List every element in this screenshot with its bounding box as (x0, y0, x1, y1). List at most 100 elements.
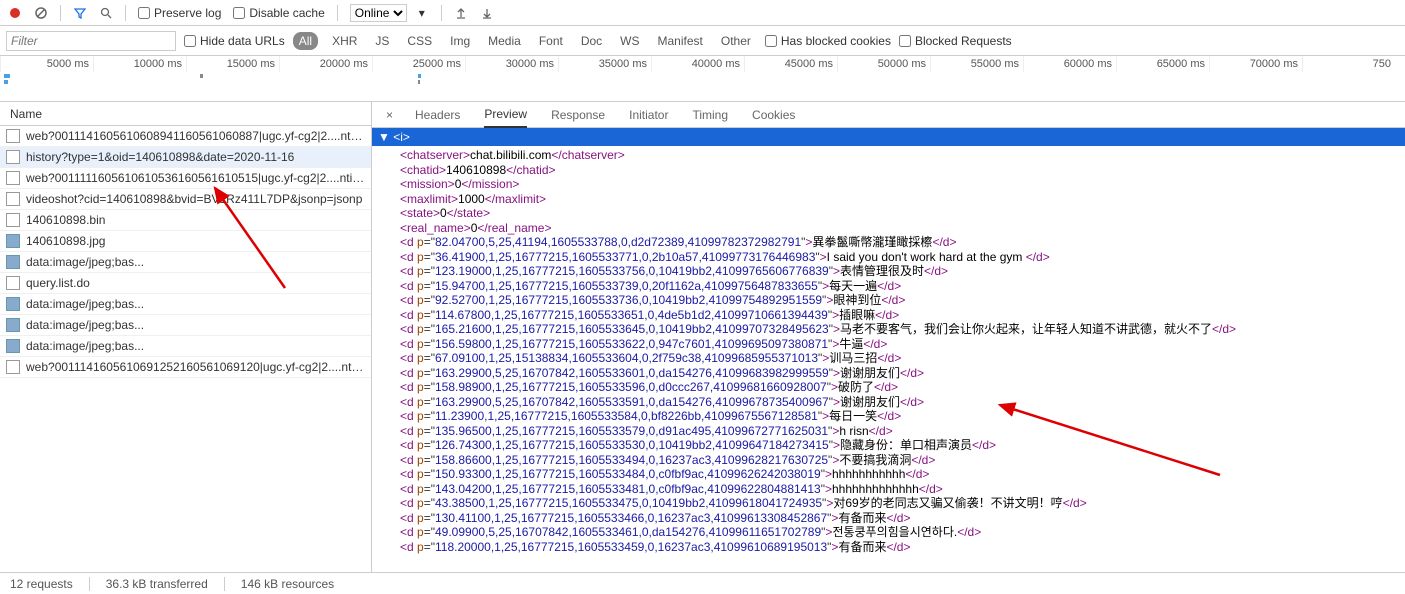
blocked-requests-checkbox[interactable]: Blocked Requests (899, 34, 1012, 48)
xml-d-element[interactable]: <d p="92.52700,1,25,16777215,1605533736,… (400, 293, 1405, 308)
xml-d-element[interactable]: <d p="135.96500,1,25,16777215,1605533579… (400, 424, 1405, 439)
filter-input[interactable] (6, 31, 176, 51)
timeline-tick: 35000 ms (558, 56, 651, 72)
request-name: data:image/jpeg;bas... (26, 297, 144, 311)
xml-element[interactable]: <state>0</state> (400, 206, 1405, 221)
tab-preview[interactable]: Preview (484, 102, 527, 128)
status-bar: 12 requests 36.3 kB transferred 146 kB r… (0, 572, 1405, 594)
xml-element[interactable]: <mission>0</mission> (400, 177, 1405, 192)
xml-d-element[interactable]: <d p="163.29900,5,25,16707842,1605533591… (400, 395, 1405, 410)
tab-cookies[interactable]: Cookies (752, 102, 795, 128)
filter-type-media[interactable]: Media (482, 32, 527, 50)
request-name: 140610898.jpg (26, 234, 105, 248)
xml-d-element[interactable]: <d p="49.09900,5,25,16707842,1605533461,… (400, 525, 1405, 540)
preview-tree[interactable]: ▼ <i> <chatserver>chat.bilibili.com</cha… (372, 128, 1405, 572)
filter-type-other[interactable]: Other (715, 32, 757, 50)
document-file-icon (6, 171, 20, 185)
document-file-icon (6, 129, 20, 143)
xml-element[interactable]: <chatserver>chat.bilibili.com</chatserve… (400, 148, 1405, 163)
tab-initiator[interactable]: Initiator (629, 102, 668, 128)
tab-response[interactable]: Response (551, 102, 605, 128)
filter-all-button[interactable]: All (293, 32, 318, 50)
filter-bar: Hide data URLs All XHR JS CSS Img Media Font D… (0, 26, 1405, 56)
filter-types: XHR JS CSS Img Media Font Doc WS Manifest Other (326, 32, 757, 50)
throttle-select[interactable]: Online (350, 4, 407, 22)
blocked-cookies-label: Has blocked cookies (781, 34, 891, 48)
document-file-icon (6, 213, 20, 227)
name-column-header[interactable]: Name (0, 102, 371, 126)
filter-type-font[interactable]: Font (533, 32, 569, 50)
devtools-toolbar: Preserve log Disable cache Online ▾ (0, 0, 1405, 26)
filter-type-manifest[interactable]: Manifest (652, 32, 709, 50)
xml-d-element[interactable]: <d p="114.67800,1,25,16777215,1605533651… (400, 308, 1405, 323)
record-icon[interactable] (8, 6, 22, 20)
request-row[interactable]: data:image/jpeg;bas... (0, 294, 371, 315)
request-row[interactable]: data:image/jpeg;bas... (0, 336, 371, 357)
request-row[interactable]: data:image/jpeg;bas... (0, 252, 371, 273)
request-name: 140610898.bin (26, 213, 105, 227)
filter-type-js[interactable]: JS (369, 32, 395, 50)
hide-data-urls-checkbox[interactable]: Hide data URLs (184, 34, 285, 48)
preserve-log-checkbox[interactable]: Preserve log (138, 6, 221, 20)
request-row[interactable]: 140610898.bin (0, 210, 371, 231)
status-transferred: 36.3 kB transferred (106, 577, 208, 591)
xml-d-element[interactable]: <d p="43.38500,1,25,16777215,1605533475,… (400, 496, 1405, 511)
tab-headers[interactable]: Headers (415, 102, 460, 128)
timeline-tick: 45000 ms (744, 56, 837, 72)
upload-icon[interactable] (454, 6, 468, 20)
xml-d-element[interactable]: <d p="158.98900,1,25,16777215,1605533596… (400, 380, 1405, 395)
xml-element[interactable]: <maxlimit>1000</maxlimit> (400, 192, 1405, 207)
request-row[interactable]: web?0011141605610608941160561060887|ugc.… (0, 126, 371, 147)
xml-d-element[interactable]: <d p="15.94700,1,25,16777215,1605533739,… (400, 279, 1405, 294)
request-row[interactable]: query.list.do (0, 273, 371, 294)
request-row[interactable]: data:image/jpeg;bas... (0, 315, 371, 336)
timeline-tick: 750 (1302, 56, 1395, 72)
filter-type-css[interactable]: CSS (401, 32, 438, 50)
xml-element[interactable]: <real_name>0</real_name> (400, 221, 1405, 236)
status-resources: 146 kB resources (241, 577, 334, 591)
xml-d-element[interactable]: <d p="143.04200,1,25,16777215,1605533481… (400, 482, 1405, 497)
xml-d-element[interactable]: <d p="82.04700,5,25,41194,1605533788,0,d… (400, 235, 1405, 250)
xml-d-element[interactable]: <d p="67.09100,1,25,15138834,1605533604,… (400, 351, 1405, 366)
chevron-down-icon[interactable]: ▾ (415, 6, 429, 20)
filter-type-doc[interactable]: Doc (575, 32, 608, 50)
separator (441, 5, 442, 21)
timeline-tick: 25000 ms (372, 56, 465, 72)
xml-d-element[interactable]: <d p="118.20000,1,25,16777215,1605533459… (400, 540, 1405, 555)
xml-d-element[interactable]: <d p="126.74300,1,25,16777215,1605533530… (400, 438, 1405, 453)
request-row[interactable]: web?0011141605610691252160561069120|ugc.… (0, 357, 371, 378)
tab-timing[interactable]: Timing (692, 102, 728, 128)
filter-type-ws[interactable]: WS (614, 32, 645, 50)
request-row[interactable]: videoshot?cid=140610898&bvid=BV1Rz411L7D… (0, 189, 371, 210)
request-row[interactable]: history?type=1&oid=140610898&date=2020-1… (0, 147, 371, 168)
tree-root[interactable]: ▼ <i> (372, 128, 1405, 146)
timeline-tick: 20000 ms (279, 56, 372, 72)
xml-d-element[interactable]: <d p="130.41100,1,25,16777215,1605533466… (400, 511, 1405, 526)
timeline-tick: 30000 ms (465, 56, 558, 72)
disable-cache-checkbox[interactable]: Disable cache (233, 6, 324, 20)
xml-d-element[interactable]: <d p="163.29900,5,25,16707842,1605533601… (400, 366, 1405, 381)
timeline-tick: 5000 ms (0, 56, 93, 72)
document-file-icon (6, 276, 20, 290)
blocked-cookies-checkbox[interactable]: Has blocked cookies (765, 34, 891, 48)
filter-type-xhr[interactable]: XHR (326, 32, 363, 50)
request-name: query.list.do (26, 276, 90, 290)
filter-type-img[interactable]: Img (444, 32, 476, 50)
download-icon[interactable] (480, 6, 494, 20)
timeline[interactable]: 5000 ms10000 ms15000 ms20000 ms25000 ms3… (0, 56, 1405, 102)
status-requests: 12 requests (10, 577, 73, 591)
xml-element[interactable]: <chatid>140610898</chatid> (400, 163, 1405, 178)
filter-icon[interactable] (73, 6, 87, 20)
clear-icon[interactable] (34, 6, 48, 20)
close-icon[interactable]: × (382, 108, 397, 122)
xml-d-element[interactable]: <d p="36.41900,1,25,16777215,1605533771,… (400, 250, 1405, 265)
xml-d-element[interactable]: <d p="165.21600,1,25,16777215,1605533645… (400, 322, 1405, 337)
xml-d-element[interactable]: <d p="158.86600,1,25,16777215,1605533494… (400, 453, 1405, 468)
search-icon[interactable] (99, 6, 113, 20)
request-row[interactable]: 140610898.jpg (0, 231, 371, 252)
xml-d-element[interactable]: <d p="11.23900,1,25,16777215,1605533584,… (400, 409, 1405, 424)
request-row[interactable]: web?0011111605610610536160561610515|ugc.… (0, 168, 371, 189)
xml-d-element[interactable]: <d p="123.19000,1,25,16777215,1605533756… (400, 264, 1405, 279)
xml-d-element[interactable]: <d p="156.59800,1,25,16777215,1605533622… (400, 337, 1405, 352)
xml-d-element[interactable]: <d p="150.93300,1,25,16777215,1605533484… (400, 467, 1405, 482)
